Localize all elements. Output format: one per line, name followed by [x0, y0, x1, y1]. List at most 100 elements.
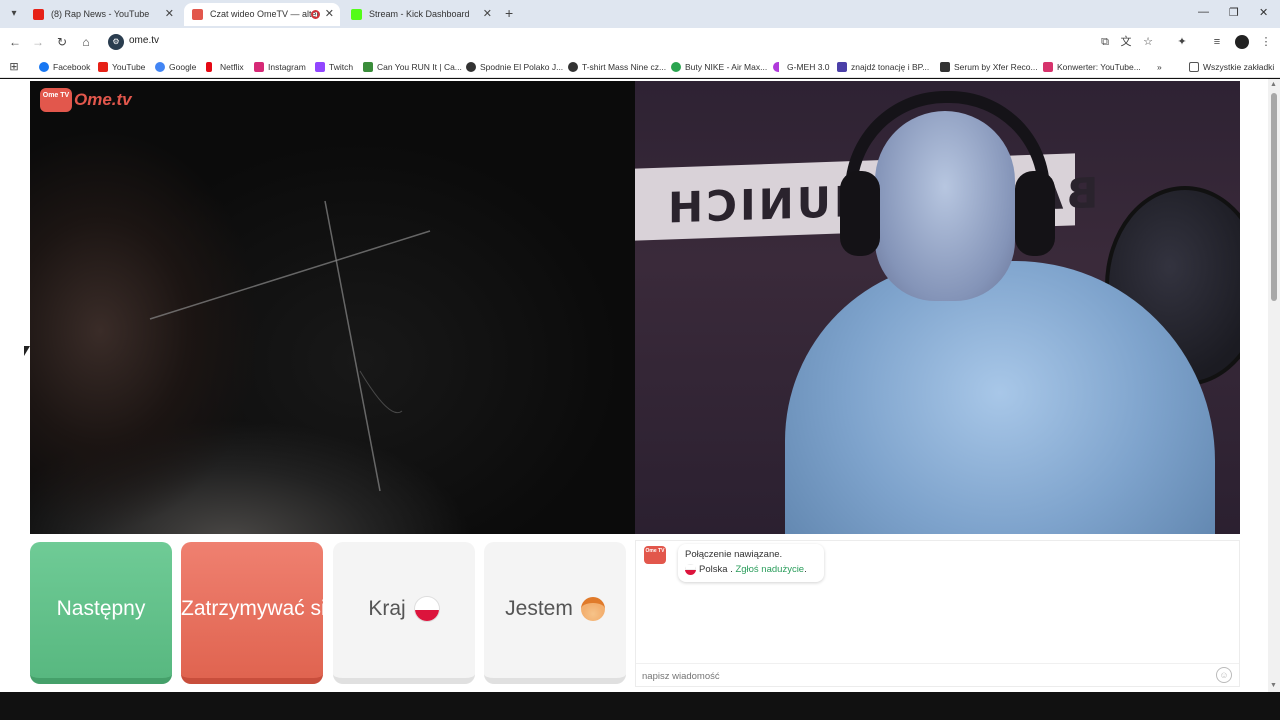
browser-toolbar: ← → ↻ ⌂ ⚙ ome.tv ⧉ 文 ☆ ✦ ≡ ⋮ — [0, 28, 1280, 56]
back-icon[interactable]: ← — [7, 34, 23, 50]
tab-strip: ▾ (8) Rap News - YouTube ✕ Czat wideo Om… — [0, 0, 1280, 28]
konwerter-icon — [1043, 62, 1053, 72]
bookmark-facebook[interactable]: Facebook — [39, 60, 90, 74]
self-video: BAYERN MUNICH — [635, 81, 1240, 534]
bookmark-label: Instagram — [268, 62, 306, 72]
bookmark-label: Twitch — [329, 62, 354, 72]
message-input[interactable] — [642, 668, 1202, 684]
bookmark-label: Wszystkie zakładki — [1203, 62, 1275, 72]
bookmark-star-icon[interactable]: ☆ — [1141, 35, 1155, 49]
new-tab-button[interactable]: + — [505, 5, 513, 21]
poland-flag-icon — [413, 596, 440, 623]
gender-label: Jestem — [505, 597, 573, 620]
minimize-icon[interactable]: — — [1198, 6, 1209, 18]
logo-badge: Ome TV — [40, 88, 72, 112]
bookmark-label: Spodnie El Polako J... — [480, 62, 564, 72]
tab-kick-dashboard[interactable]: Stream - Kick Dashboard ✕ — [343, 3, 498, 26]
bookmark-konwerter[interactable]: Konwerter: YouTube... — [1043, 60, 1141, 74]
close-tab-icon[interactable]: ✕ — [325, 3, 334, 26]
stranger-scene — [149, 200, 431, 492]
headphone-earcup — [1015, 171, 1055, 256]
bookmark-spodnie[interactable]: Spodnie El Polako J... — [466, 60, 563, 74]
url-text: ome.tv — [129, 35, 160, 46]
install-app-icon[interactable]: ⧉ — [1098, 35, 1112, 49]
reload-icon[interactable]: ↻ — [54, 34, 70, 50]
bookmark-label: Google — [169, 62, 197, 72]
tab-title: Czat wideo OmeTV — alter — [210, 9, 320, 19]
maximize-icon[interactable]: ❐ — [1229, 6, 1239, 19]
instagram-icon — [254, 62, 264, 72]
bookmark-youtube[interactable]: YouTube — [98, 60, 145, 74]
stop-button[interactable]: Zatrzymywać się — [181, 542, 323, 684]
scroll-up-icon[interactable]: ▲ — [1270, 81, 1277, 88]
shop-icon — [671, 62, 681, 72]
close-tab-icon[interactable]: ✕ — [483, 3, 492, 26]
bookmark-label: Buty NIKE - Air Max... — [685, 62, 768, 72]
tab-search-chevron-icon[interactable]: ▾ — [6, 6, 22, 22]
bookmark-instagram[interactable]: Instagram — [254, 60, 306, 74]
boy-avatar-icon — [580, 597, 605, 622]
chat-input-area: ☺ — [636, 663, 1239, 687]
bookmark-netflix[interactable]: Netflix — [206, 60, 244, 74]
system-message: Połączenie nawiązane. Polska . Zgłoś nad… — [678, 544, 824, 582]
home-icon[interactable]: ⌂ — [78, 34, 94, 50]
bookmark-tshirt[interactable]: T-shirt Mass Nine cz... — [568, 60, 666, 74]
all-bookmarks-button[interactable]: Wszystkie zakładki — [1189, 60, 1274, 74]
separator: . — [730, 564, 733, 576]
bookmark-gmeh[interactable]: G-MEH 3.0 — [773, 60, 830, 74]
media-control-icon[interactable]: ≡ — [1210, 35, 1224, 49]
gmeh-icon — [773, 62, 779, 72]
netflix-icon — [206, 62, 212, 72]
stop-label: Zatrzymywać się — [181, 597, 323, 620]
bookmark-can-you-run-it[interactable]: Can You RUN It | Ca... — [363, 60, 462, 74]
headphone-earcup — [840, 171, 880, 256]
next-button[interactable]: Następny — [30, 542, 172, 684]
bookmark-serum[interactable]: Serum by Xfer Reco... — [940, 60, 1038, 74]
bookmark-label: Can You RUN It | Ca... — [377, 62, 462, 72]
profile-avatar-icon[interactable] — [1235, 35, 1249, 49]
site-info-icon[interactable]: ⚙ — [108, 34, 124, 50]
tab-ometv[interactable]: Czat wideo OmeTV — alter ✕ — [184, 3, 340, 26]
translate-icon[interactable]: 文 — [1119, 35, 1133, 49]
youtube-icon — [98, 62, 108, 72]
bookmark-label: Facebook — [53, 62, 91, 72]
country-row: Polska . Zgłoś nadużycie. — [685, 564, 817, 575]
twitch-icon — [315, 62, 325, 72]
report-abuse-link[interactable]: Zgłoś nadużycie — [735, 564, 804, 575]
page-scrollbar[interactable]: ▲ ▼ — [1268, 79, 1280, 692]
bookmark-twitch[interactable]: Twitch — [315, 60, 353, 74]
tab-title: Stream - Kick Dashboard — [369, 9, 470, 19]
tab-rap-news[interactable]: (8) Rap News - YouTube ✕ — [25, 3, 180, 26]
bookmark-label: Netflix — [220, 62, 244, 72]
ometv-tab-icon — [192, 9, 203, 20]
facebook-icon — [39, 62, 49, 72]
connection-status: Połączenie nawiązane. — [685, 549, 783, 560]
bookmark-label: YouTube — [112, 62, 146, 72]
extensions-icon[interactable]: ✦ — [1175, 35, 1189, 49]
menu-kebab-icon[interactable]: ⋮ — [1259, 35, 1273, 49]
emoji-icon[interactable]: ☺ — [1216, 667, 1232, 683]
scrollbar-thumb[interactable] — [1271, 93, 1277, 301]
address-bar[interactable]: ⚙ ome.tv — [104, 31, 1169, 53]
bookmark-google[interactable]: Google — [155, 60, 196, 74]
country-select-button[interactable]: Kraj — [333, 542, 475, 684]
tab-title: (8) Rap News - YouTube — [51, 9, 150, 19]
screen-bottom-bar — [0, 692, 1280, 720]
bookmark-buty-nike[interactable]: Buty NIKE - Air Max... — [671, 60, 767, 74]
apps-grid-icon[interactable]: ⊞ — [7, 60, 21, 74]
folder-icon — [1189, 62, 1199, 72]
v-icon — [837, 62, 847, 72]
forward-icon[interactable]: → — [30, 34, 46, 50]
bookmark-label: T-shirt Mass Nine cz... — [582, 62, 667, 72]
bookmarks-bar: ⊞ Facebook YouTube Google Netflix Instag… — [0, 56, 1280, 78]
scroll-down-icon[interactable]: ▼ — [1270, 682, 1277, 689]
close-tab-icon[interactable]: ✕ — [165, 3, 174, 26]
next-label: Następny — [56, 597, 146, 620]
gender-select-button[interactable]: Jestem — [484, 542, 626, 684]
bookmarks-overflow-button[interactable]: » — [1157, 60, 1162, 74]
report-end: . — [804, 564, 807, 576]
country-name: Polska — [699, 564, 728, 576]
canyourunit-icon — [363, 62, 373, 72]
window-close-icon[interactable]: ✕ — [1259, 6, 1268, 19]
bookmark-znajdz-tonacje[interactable]: znajdź tonację i BP... — [837, 60, 929, 74]
